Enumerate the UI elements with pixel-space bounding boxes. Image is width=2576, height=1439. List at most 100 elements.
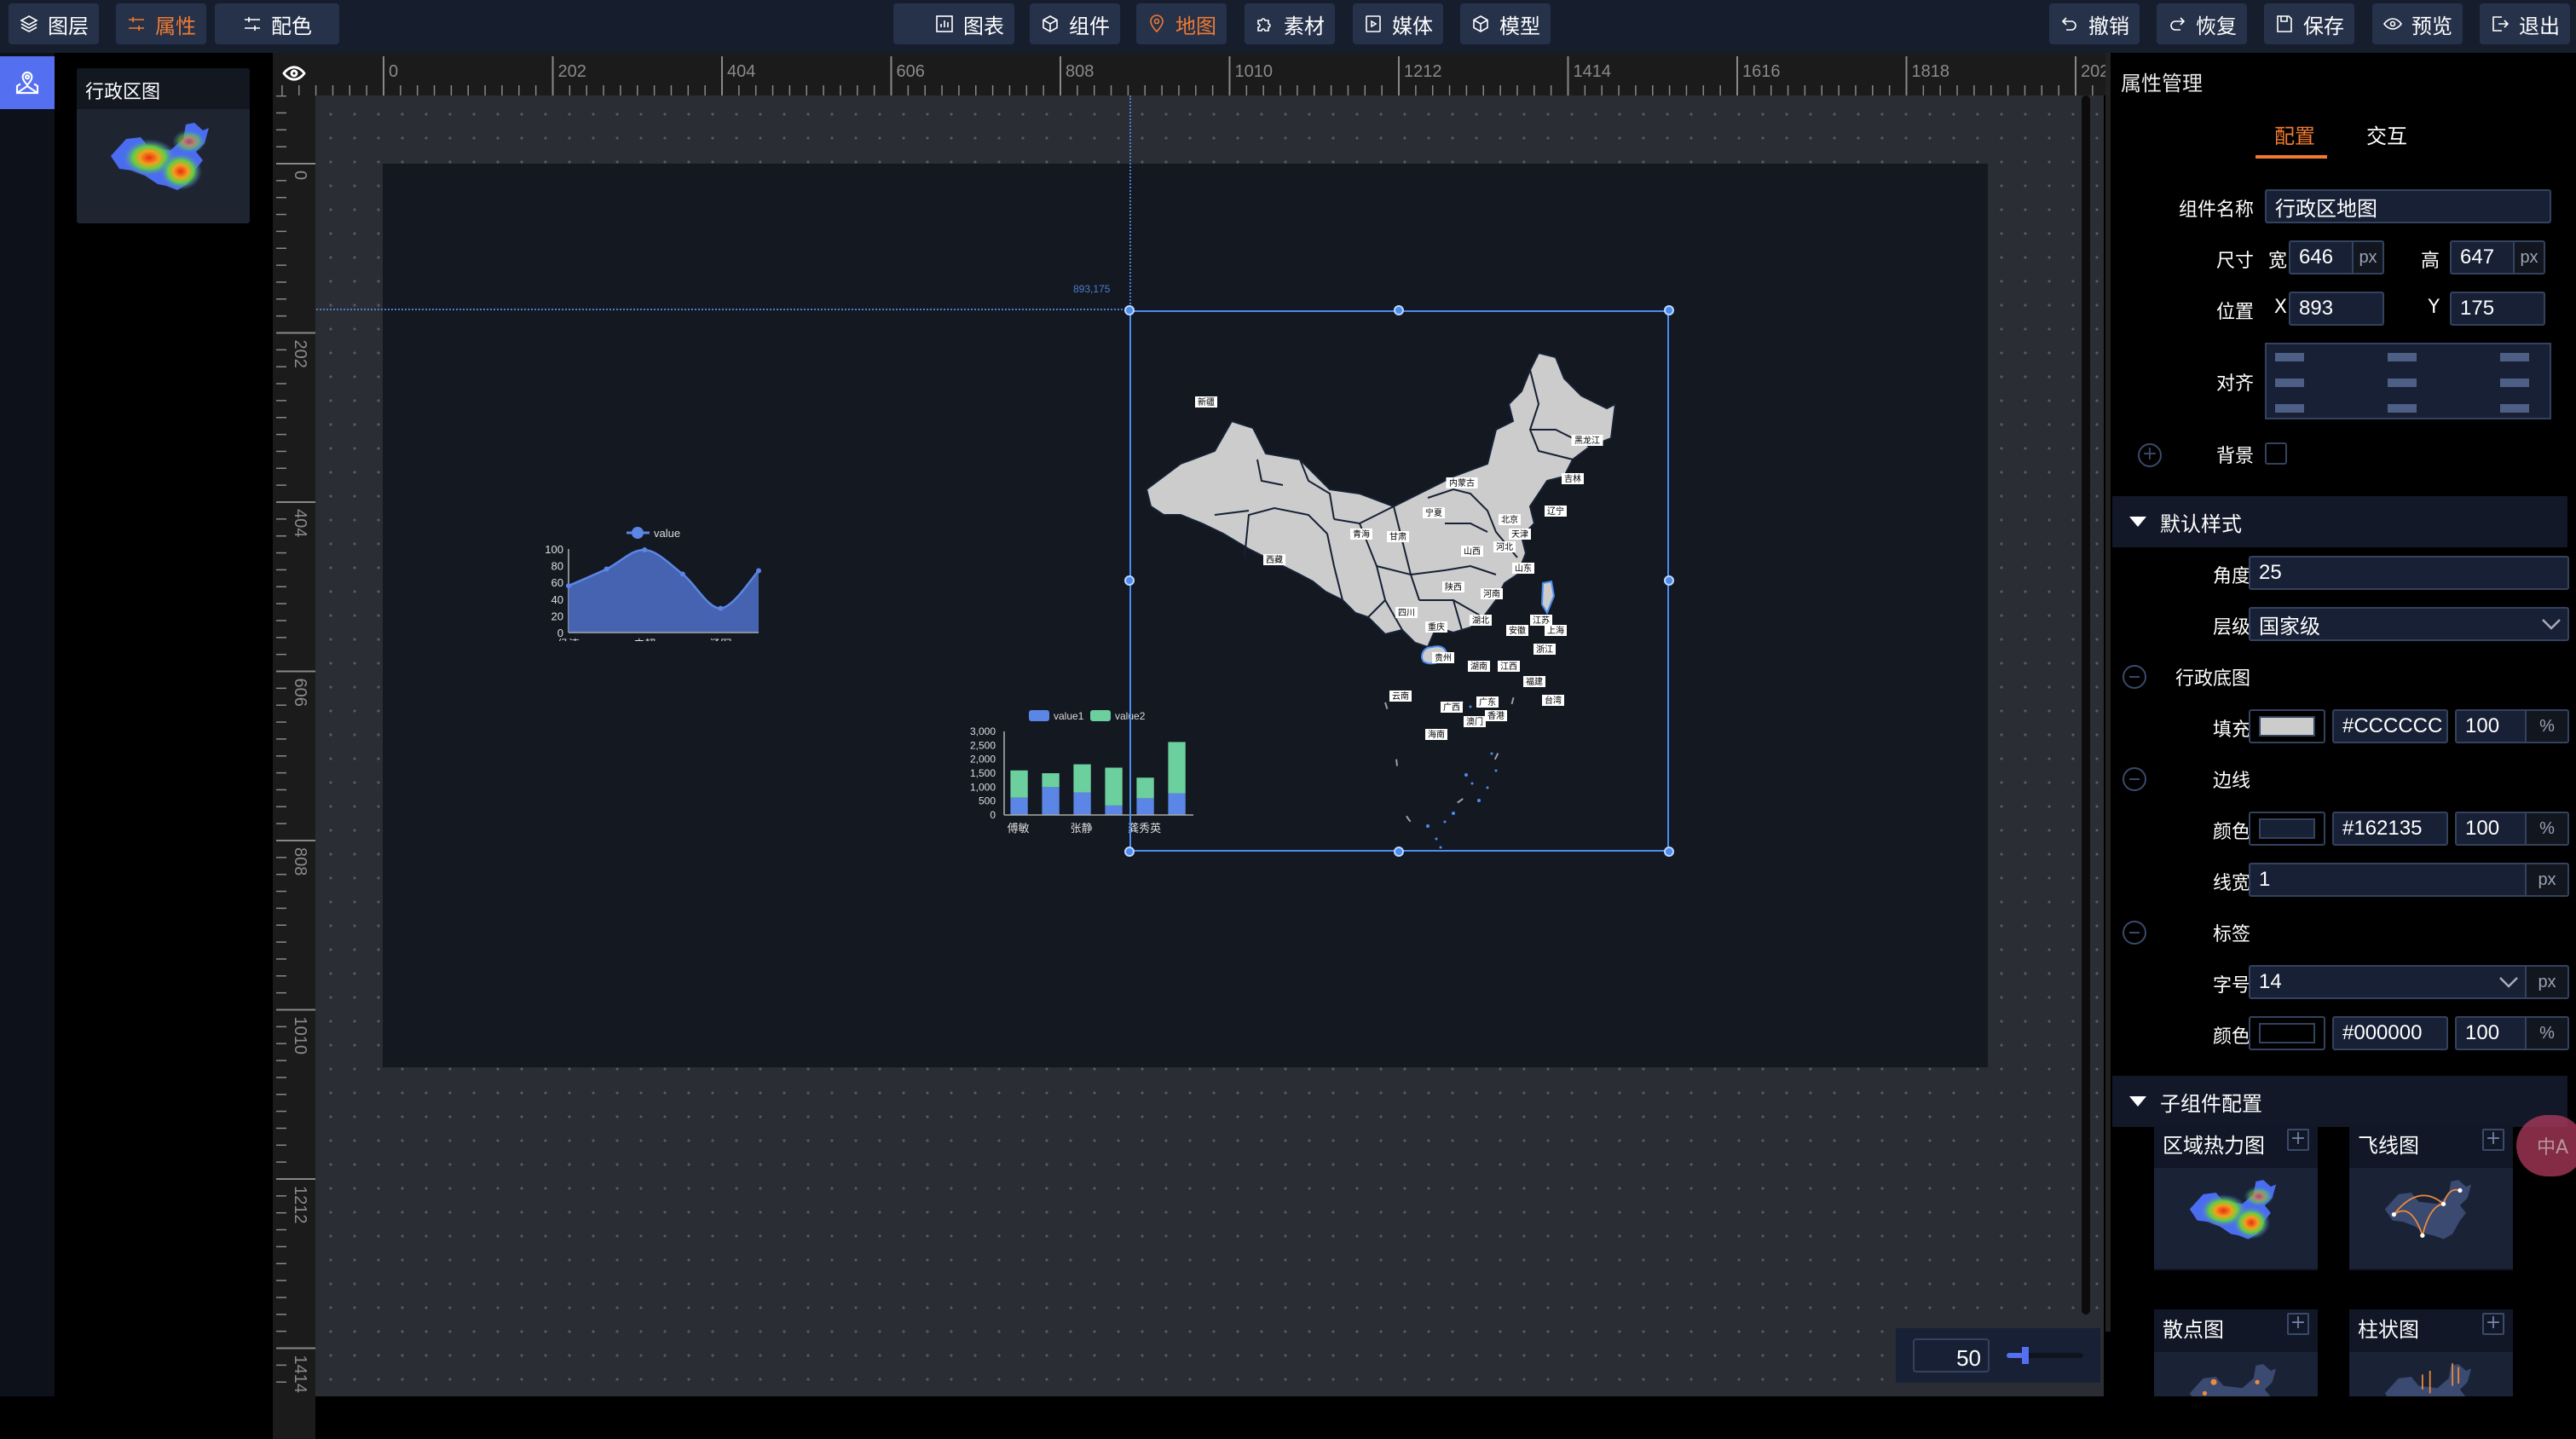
border-color-swatch[interactable] — [2249, 812, 2325, 846]
layers-button[interactable]: 图层 — [9, 3, 99, 44]
angle-input[interactable]: 25 — [2249, 556, 2569, 590]
sliders-icon — [245, 17, 260, 31]
resize-handle-bm[interactable] — [1394, 847, 1404, 857]
y-tick-label: 1,000 — [970, 781, 996, 793]
level-select[interactable]: 国家级 — [2249, 607, 2569, 641]
add-icon[interactable]: + — [2482, 1129, 2504, 1151]
selection-box[interactable] — [1129, 310, 1669, 852]
sub-component-card-flyline[interactable]: 飞线图 + — [2349, 1125, 2513, 1270]
align-bottom-center[interactable] — [2388, 404, 2417, 413]
collapse-base-map-icon[interactable] — [2123, 665, 2146, 689]
horizontal-ruler[interactable]: 0 202 404 606 808 1010 1212 1414 1616 1818 202 — [273, 53, 2105, 95]
fill-color-swatch[interactable] — [2249, 709, 2325, 743]
sub-components-header[interactable]: 子组件配置 — [2112, 1076, 2567, 1127]
align-top-center[interactable] — [2388, 353, 2417, 361]
visibility-toggle[interactable] — [281, 63, 307, 87]
legend-swatch — [1029, 710, 1049, 721]
translate-button[interactable]: 中A — [2516, 1115, 2576, 1176]
caret-down-icon — [2129, 1096, 2146, 1107]
fill-color-input[interactable]: #CCCCCC — [2332, 709, 2448, 743]
chart-button[interactable]: 图表 — [924, 3, 1014, 44]
label-color-input[interactable]: #000000 — [2332, 1016, 2448, 1050]
map-category-tab[interactable] — [0, 56, 55, 109]
x-input[interactable]: 893 — [2289, 292, 2384, 326]
add-background-icon[interactable]: + — [2138, 443, 2162, 467]
label-opacity-input[interactable]: 100 — [2455, 1016, 2527, 1050]
canvas-workspace[interactable]: value020406080100侯涛史超汤军 value1value20500… — [315, 95, 2104, 1396]
background-label: 背景 — [2215, 446, 2254, 467]
resize-handle-bl[interactable] — [1124, 847, 1135, 857]
y-tick-label: 20 — [552, 610, 563, 622]
border-opacity-input[interactable]: 100 — [2455, 812, 2527, 846]
y-input[interactable]: 175 — [2450, 292, 2545, 326]
guide-line-horizontal — [315, 309, 1129, 310]
align-top-right[interactable] — [2500, 353, 2529, 361]
add-icon[interactable]: + — [2287, 1129, 2309, 1151]
resize-handle-tl[interactable] — [1124, 305, 1135, 315]
default-style-header[interactable]: 默认样式 — [2112, 496, 2567, 547]
model-button[interactable]: 模型 — [1460, 3, 1551, 44]
preview-button[interactable]: 预览 — [2372, 3, 2463, 44]
ruler-label: 404 — [291, 509, 309, 537]
properties-button[interactable]: 属性 — [116, 3, 206, 44]
align-top-left[interactable] — [2275, 353, 2304, 361]
border-color-input[interactable]: #162135 — [2332, 812, 2448, 846]
add-icon[interactable]: + — [2482, 1313, 2504, 1335]
panel-title: 属性管理 — [2121, 72, 2203, 95]
angle-label: 角度 — [2212, 566, 2250, 587]
resize-handle-mr[interactable] — [1664, 575, 1674, 586]
material-button[interactable]: 素材 — [1245, 3, 1335, 44]
area-chart-widget[interactable]: value 0 20 40 60 80 100 侯涛 史超 汤军 — [511, 496, 784, 641]
resize-handle-tr[interactable] — [1664, 305, 1674, 315]
vertical-ruler[interactable]: 0 202 404 606 808 1010 1212 1414 — [273, 95, 315, 1439]
tab-config[interactable]: 配置 — [2274, 119, 2315, 149]
align-middle-right[interactable] — [2500, 379, 2529, 387]
map-button[interactable]: 地图 — [1136, 3, 1227, 44]
x-tick-label: 史超 — [633, 639, 656, 641]
background-checkbox[interactable] — [2265, 442, 2287, 465]
resize-handle-tm[interactable] — [1394, 305, 1404, 315]
resize-handle-ml[interactable] — [1124, 575, 1135, 586]
align-middle-left[interactable] — [2275, 379, 2304, 387]
ruler-label: 0 — [291, 170, 309, 180]
sub-component-card-bar[interactable]: 柱状图 + — [2349, 1309, 2513, 1396]
width-input[interactable]: 646 — [2289, 240, 2354, 275]
sub-component-card-heatmap[interactable]: 区域热力图 + — [2154, 1125, 2318, 1270]
bar-segment — [1105, 805, 1123, 815]
zoom-input[interactable]: 50 — [1913, 1338, 1990, 1373]
redo-button[interactable]: 恢复 — [2157, 3, 2247, 44]
exit-button[interactable]: 退出 — [2480, 3, 2570, 44]
save-button[interactable]: 保存 — [2264, 3, 2354, 44]
ruler-label: 0 — [389, 62, 398, 81]
align-middle-center[interactable] — [2388, 379, 2417, 387]
undo-button[interactable]: 撤销 — [2049, 3, 2140, 44]
vertical-scrollbar[interactable] — [2082, 95, 2090, 1315]
chart-icon — [936, 15, 953, 32]
align-bottom-left[interactable] — [2275, 404, 2304, 413]
border-opacity-unit: % — [2525, 812, 2569, 846]
layer-item[interactable]: 行政区图 — [77, 68, 250, 223]
component-name-input[interactable]: 行政区地图 — [2265, 189, 2551, 223]
panel-scrollbar[interactable] — [2105, 53, 2111, 1332]
x-tick-label: 傅敏 — [1008, 823, 1030, 835]
zoom-slider-thumb[interactable] — [2022, 1347, 2029, 1364]
collapse-border-icon[interactable] — [2123, 767, 2146, 791]
resize-handle-br[interactable] — [1664, 847, 1674, 857]
color-scheme-button[interactable]: 配色 — [215, 3, 339, 44]
font-size-select[interactable]: 14 — [2249, 965, 2527, 999]
add-icon[interactable]: + — [2287, 1313, 2309, 1335]
color-scheme-button-label: 配色 — [271, 14, 312, 38]
tab-interaction[interactable]: 交互 — [2366, 119, 2407, 149]
media-button[interactable]: 媒体 — [1353, 3, 1443, 44]
height-input[interactable]: 647 — [2450, 240, 2515, 275]
bar-segment — [1073, 792, 1091, 815]
collapse-label-icon[interactable] — [2123, 921, 2146, 945]
translate-icon: 中A — [2537, 1137, 2569, 1159]
line-width-input[interactable]: 1 — [2249, 863, 2527, 897]
component-button[interactable]: 组件 — [1030, 3, 1120, 44]
data-point — [756, 568, 761, 574]
fill-opacity-input[interactable]: 100 — [2455, 709, 2527, 743]
align-bottom-right[interactable] — [2500, 404, 2529, 413]
label-color-swatch[interactable] — [2249, 1016, 2325, 1050]
sub-component-card-scatter[interactable]: 散点图 + — [2154, 1309, 2318, 1396]
